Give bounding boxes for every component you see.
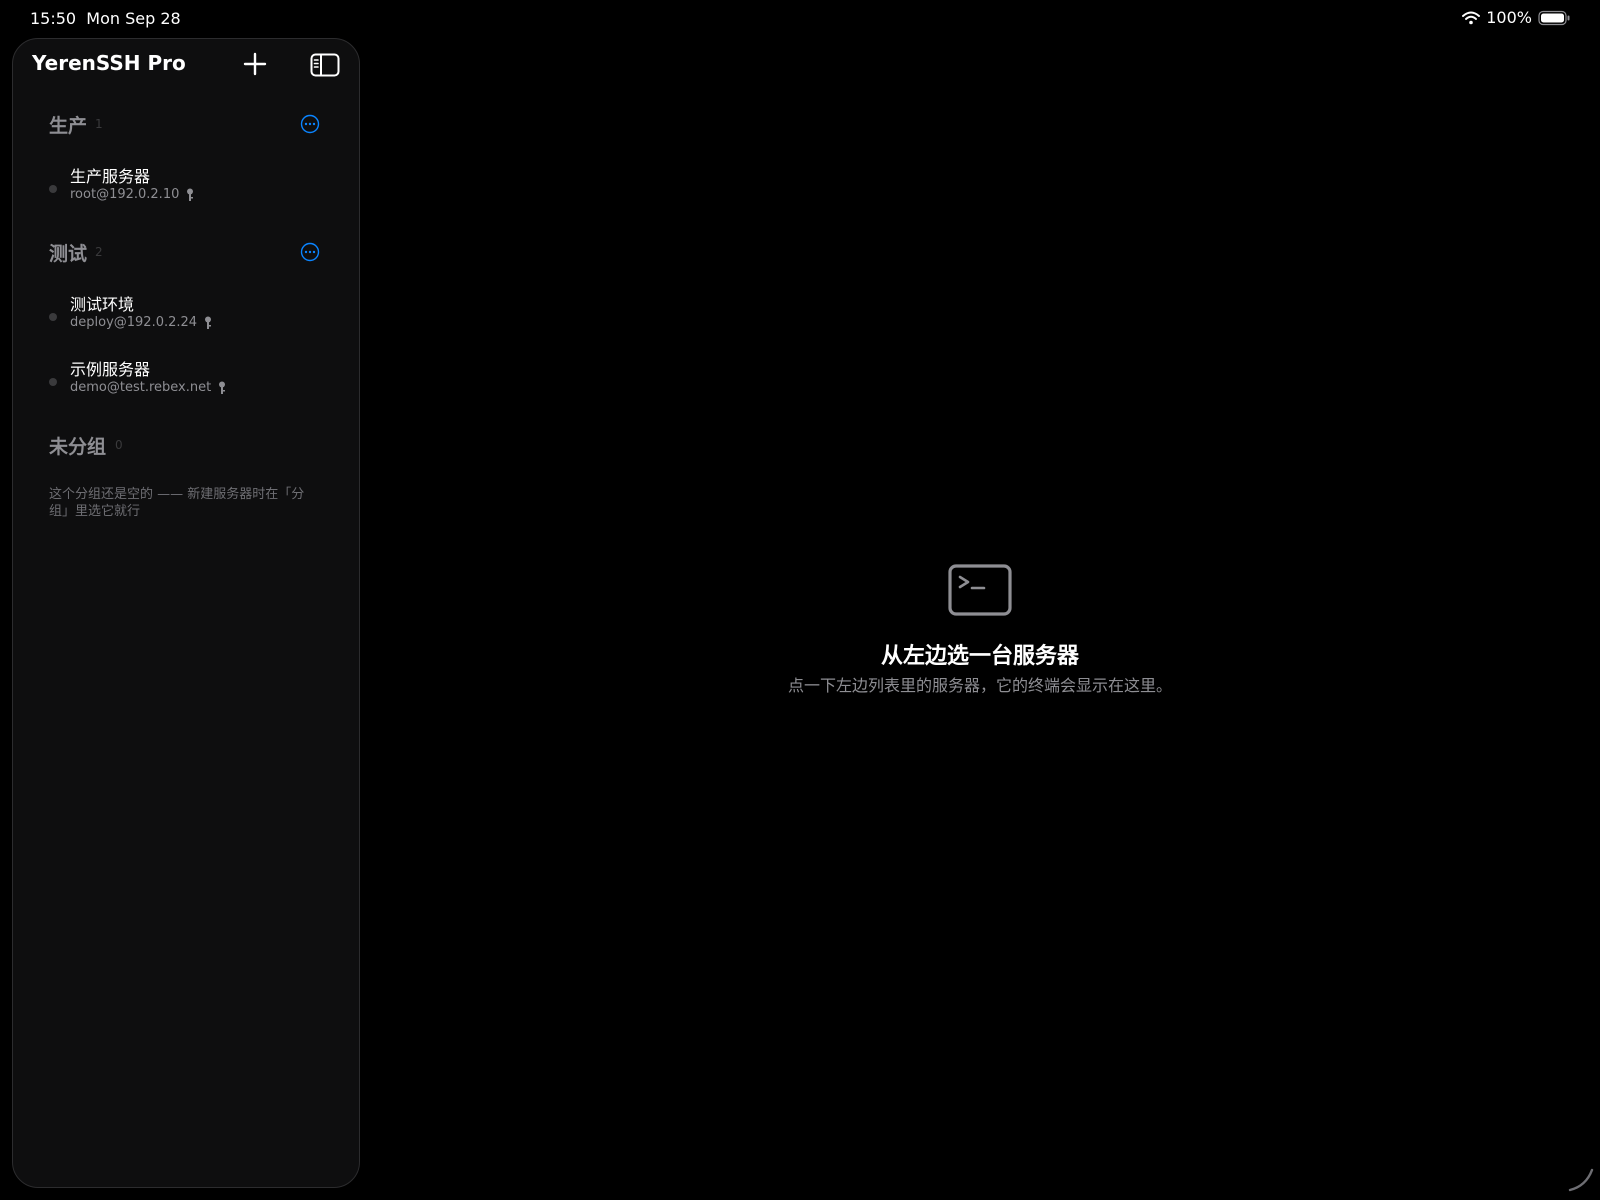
plus-icon — [243, 52, 267, 76]
ellipsis-circle-icon — [300, 242, 320, 262]
key-icon — [205, 316, 212, 329]
connection-status-dot — [49, 185, 57, 193]
group-name: 测试 — [49, 243, 88, 265]
app-title: YerenSSH Pro — [32, 51, 186, 75]
sidebar-toggle-button[interactable] — [309, 51, 341, 79]
group-header-production: 生产 1 — [49, 111, 321, 139]
group-count: 1 — [95, 117, 103, 131]
server-address: deploy@192.0.2.24 — [70, 315, 198, 330]
wifi-icon — [1462, 11, 1481, 25]
group-name: 生产 — [49, 115, 88, 137]
connection-status-dot — [49, 313, 57, 321]
sidebar-toggle-icon — [310, 53, 340, 77]
status-bar: 15:50 Mon Sep 28 100% — [0, 0, 1600, 38]
resize-handle-icon[interactable] — [1566, 1164, 1594, 1192]
server-row[interactable]: 生产服务器 root@192.0.2.10 — [49, 163, 321, 209]
server-name: 示例服务器 — [70, 360, 151, 379]
battery-percent: 100% — [1486, 8, 1532, 27]
sidebar: YerenSSH Pro 生产 1 生产服务器 root@192.0.2.10 … — [12, 38, 360, 1188]
server-address-line: deploy@192.0.2.24 — [70, 315, 212, 330]
group-count: 2 — [95, 245, 103, 259]
empty-group-note: 这个分组还是空的 —— 新建服务器时在「分组」里选它就行 — [49, 487, 305, 519]
status-time: 15:50 Mon Sep 28 — [30, 9, 181, 28]
server-address-line: root@192.0.2.10 — [70, 187, 194, 202]
add-server-button[interactable] — [241, 50, 269, 78]
group-menu-button[interactable] — [299, 113, 321, 135]
key-icon — [187, 188, 194, 201]
group-header-testing: 测试 2 — [49, 239, 321, 267]
empty-state-title: 从左边选一台服务器 — [880, 644, 1079, 669]
server-row[interactable]: 示例服务器 demo@test.rebex.net — [49, 356, 321, 402]
terminal-icon — [948, 564, 1012, 616]
detail-pane: 从左边选一台服务器 点一下左边列表里的服务器，它的终端会显示在这里。 — [360, 38, 1600, 1200]
group-count: 0 — [115, 438, 123, 452]
group-header-ungrouped: 未分组 0 — [49, 432, 321, 460]
status-clock: 15:50 — [30, 9, 77, 28]
status-indicators: 100% — [1462, 8, 1570, 27]
server-address: root@192.0.2.10 — [70, 187, 180, 202]
empty-state-subtitle: 点一下左边列表里的服务器，它的终端会显示在这里。 — [787, 676, 1172, 695]
battery-icon — [1538, 10, 1570, 26]
server-row[interactable]: 测试环境 deploy@192.0.2.24 — [49, 291, 321, 337]
server-address: demo@test.rebex.net — [70, 380, 212, 395]
ellipsis-circle-icon — [300, 114, 320, 134]
server-name: 生产服务器 — [70, 167, 151, 186]
server-address-line: demo@test.rebex.net — [70, 380, 226, 395]
group-name: 未分组 — [49, 436, 107, 458]
server-name: 测试环境 — [70, 295, 135, 314]
key-icon — [219, 381, 226, 394]
connection-status-dot — [49, 378, 57, 386]
status-date: Mon Sep 28 — [86, 9, 181, 28]
group-menu-button[interactable] — [299, 241, 321, 263]
